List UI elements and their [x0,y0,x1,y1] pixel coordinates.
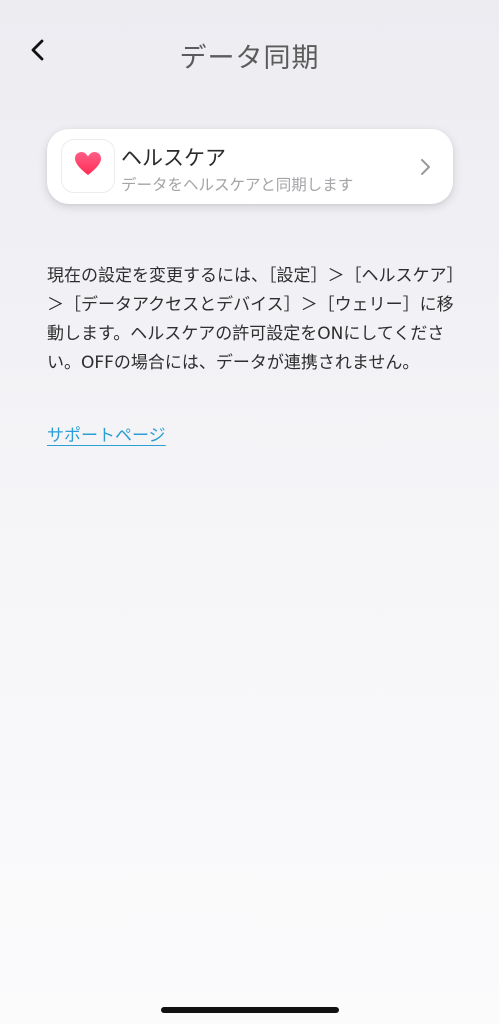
page-title: データ同期 [179,43,320,74]
card-title: ヘルスケア [121,146,226,170]
home-indicator[interactable] [161,1007,339,1013]
healthcare-app-icon [61,139,115,193]
card-subtitle: データをヘルスケアと同期します [121,176,354,194]
header: データ同期 [0,0,499,100]
chevron-right-icon [419,156,433,178]
settings-instructions: 現在の設定を変更するには、［設定］＞［ヘルスケア］＞［データアクセスとデバイス］… [47,266,455,373]
healthcare-sync-card[interactable]: ヘルスケア データをヘルスケアと同期します [47,129,453,204]
support-page-link[interactable]: サポートページ [47,421,166,446]
heart-icon [74,151,102,181]
